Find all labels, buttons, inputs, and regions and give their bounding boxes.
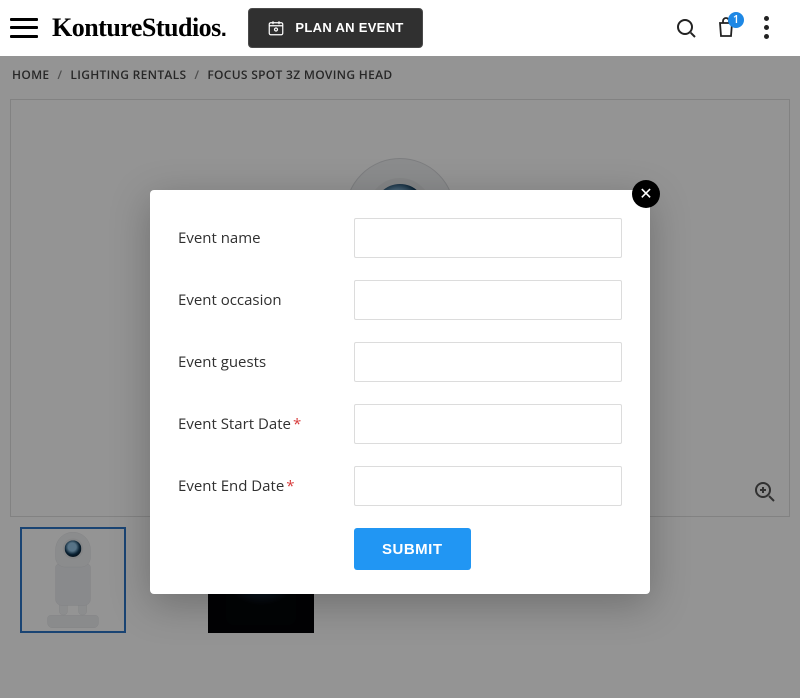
modal-close-button[interactable]: ✕ xyxy=(632,180,660,208)
event-name-input[interactable] xyxy=(354,218,622,258)
event-occasion-label: Event occasion xyxy=(178,290,354,310)
cart-badge: 1 xyxy=(728,12,744,28)
cart-button[interactable]: 1 xyxy=(706,8,746,48)
search-button[interactable] xyxy=(666,8,706,48)
search-icon xyxy=(674,16,698,40)
event-start-label: Event Start Date* xyxy=(178,414,354,434)
event-end-input[interactable] xyxy=(354,466,622,506)
calendar-icon xyxy=(267,19,285,37)
event-start-input[interactable] xyxy=(354,404,622,444)
event-end-label: Event End Date* xyxy=(178,476,354,496)
logo-text: KontureStudios xyxy=(52,13,221,42)
plan-event-modal: ✕ Event name Event occasion Event guests… xyxy=(150,190,650,594)
plan-event-label: PLAN AN EVENT xyxy=(295,20,403,35)
event-name-label: Event name xyxy=(178,228,354,248)
submit-button[interactable]: SUBMIT xyxy=(354,528,471,570)
event-guests-label: Event guests xyxy=(178,352,354,372)
plan-event-button[interactable]: PLAN AN EVENT xyxy=(248,8,422,48)
menu-button[interactable] xyxy=(10,18,38,38)
event-occasion-input[interactable] xyxy=(354,280,622,320)
logo[interactable]: KontureStudios. xyxy=(50,16,226,39)
more-menu-button[interactable] xyxy=(746,8,786,48)
event-guests-input[interactable] xyxy=(354,342,622,382)
